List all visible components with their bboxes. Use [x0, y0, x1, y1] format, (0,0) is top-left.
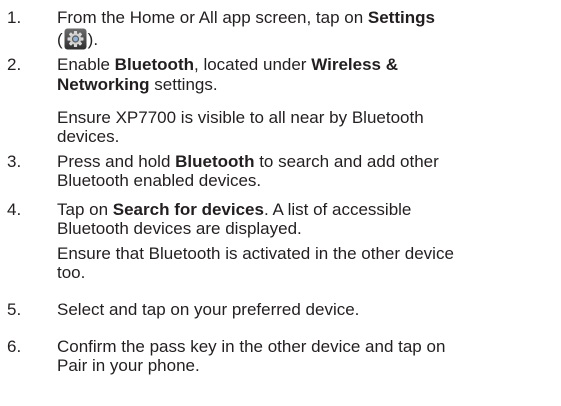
step-line: ().	[57, 28, 99, 50]
step-note: Ensure that Bluetooth is activated in th…	[57, 244, 454, 263]
step-note: Ensure XP7700 is visible to all near by …	[57, 108, 424, 127]
step-number: 3.	[7, 152, 22, 171]
step-number: 1.	[7, 8, 22, 27]
step-note: devices.	[57, 127, 120, 146]
step-line: Press and hold Bluetooth to search and a…	[57, 152, 439, 171]
step-number: 6.	[7, 337, 22, 356]
step-line: Pair in your phone.	[57, 356, 200, 375]
step-line: Select and tap on your preferred device.	[57, 300, 360, 319]
step-number: 2.	[7, 55, 22, 74]
step-number: 5.	[7, 300, 22, 319]
step-line: Bluetooth enabled devices.	[57, 171, 262, 190]
step-line: Networking settings.	[57, 75, 218, 94]
step-line: Confirm the pass key in the other device…	[57, 337, 446, 356]
step-note: too.	[57, 263, 86, 282]
step-line: From the Home or All app screen, tap on …	[57, 8, 435, 27]
step-line: Bluetooth devices are displayed.	[57, 219, 302, 238]
step-number: 4.	[7, 200, 22, 219]
step-line: Tap on Search for devices. A list of acc…	[57, 200, 412, 219]
settings-gear-icon	[64, 28, 87, 50]
step-line: Enable Bluetooth, located under Wireless…	[57, 55, 398, 74]
instruction-list: 1. From the Home or All app screen, tap …	[0, 0, 561, 406]
